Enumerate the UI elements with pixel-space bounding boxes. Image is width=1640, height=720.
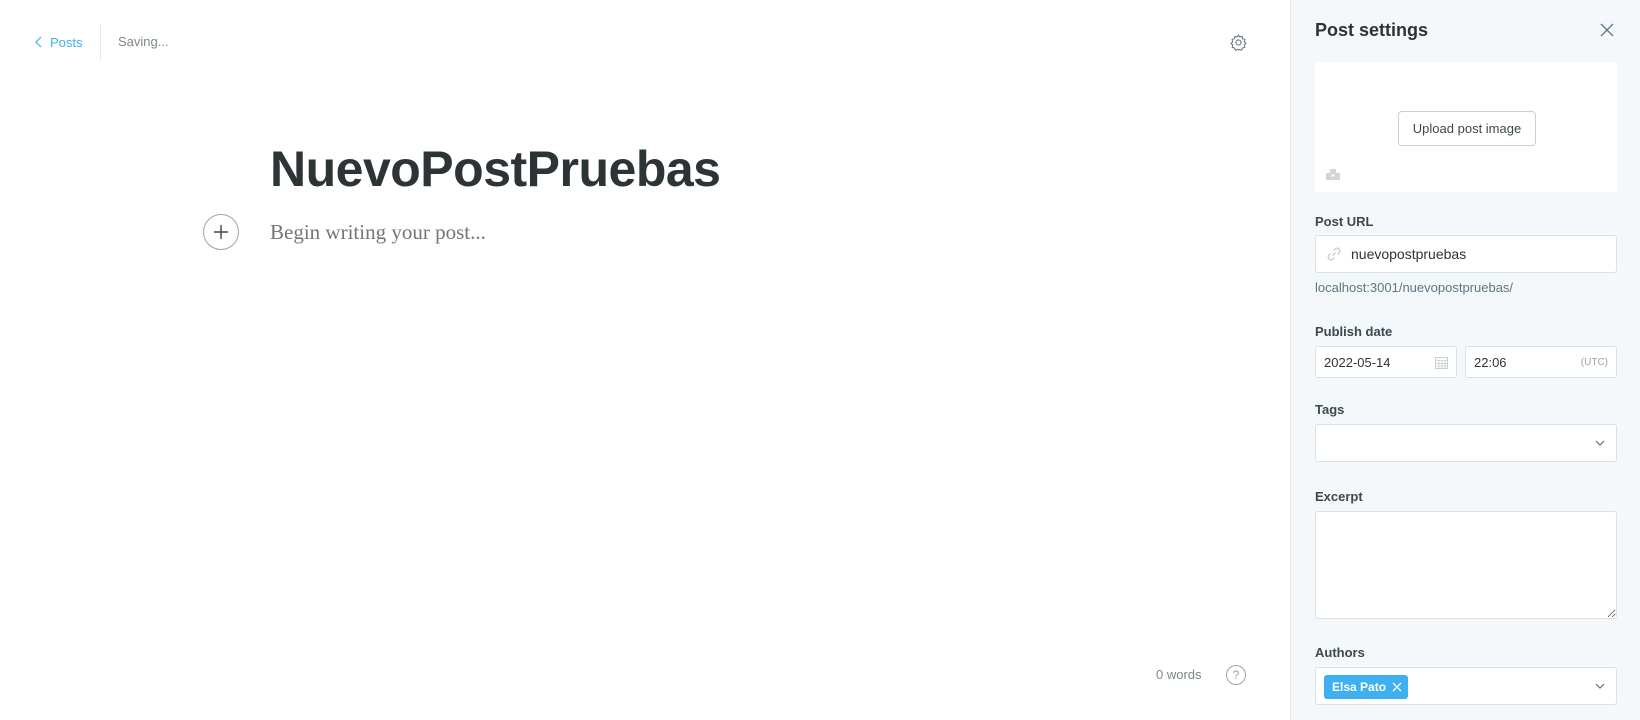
topbar-divider bbox=[100, 24, 101, 60]
help-icon: ? bbox=[1232, 668, 1240, 682]
panel-title: Post settings bbox=[1315, 20, 1429, 40]
post-image-dropzone[interactable]: Upload post image bbox=[1315, 62, 1617, 192]
chevron-down-icon bbox=[1595, 683, 1605, 689]
author-token[interactable]: Elsa Pato bbox=[1324, 675, 1409, 699]
link-icon bbox=[1327, 247, 1341, 261]
add-card-button[interactable] bbox=[203, 214, 239, 250]
back-link-label: Posts bbox=[50, 34, 83, 50]
timezone-label: (UTC) bbox=[1580, 356, 1608, 368]
tags-select[interactable] bbox=[1315, 424, 1617, 462]
plus-icon bbox=[214, 225, 228, 239]
post-url-preview: localhost:3001/nuevopostpruebas/ bbox=[1315, 280, 1514, 295]
post-title[interactable]: NuevoPostPruebas bbox=[270, 140, 721, 198]
token-remove-icon[interactable] bbox=[1392, 682, 1402, 692]
chevron-down-icon bbox=[1595, 440, 1605, 446]
close-icon bbox=[1600, 23, 1614, 37]
tags-label: Tags bbox=[1315, 402, 1345, 417]
image-icon bbox=[1326, 169, 1340, 180]
gear-icon bbox=[1229, 33, 1247, 51]
post-url-label: Post URL bbox=[1315, 214, 1374, 229]
excerpt-textarea[interactable] bbox=[1315, 511, 1617, 619]
publish-time-input[interactable] bbox=[1474, 354, 1564, 370]
back-to-posts-link[interactable]: Posts bbox=[34, 30, 83, 54]
post-url-field[interactable] bbox=[1315, 235, 1617, 273]
publish-date-label: Publish date bbox=[1315, 324, 1393, 339]
publish-time-field[interactable]: (UTC) bbox=[1465, 346, 1617, 378]
upload-post-image-button[interactable]: Upload post image bbox=[1398, 111, 1536, 146]
author-token-name: Elsa Pato bbox=[1332, 680, 1387, 694]
publish-date-input[interactable] bbox=[1324, 354, 1414, 370]
editor-topbar: Posts Saving... bbox=[0, 0, 1290, 84]
post-settings-panel: Post settings Upload post image Post URL… bbox=[1290, 0, 1640, 720]
post-url-input[interactable] bbox=[1351, 246, 1601, 262]
calendar-icon[interactable] bbox=[1435, 356, 1448, 369]
post-body-editor[interactable] bbox=[270, 220, 1170, 245]
close-settings-button[interactable] bbox=[1599, 22, 1617, 40]
authors-label: Authors bbox=[1315, 645, 1365, 660]
help-button[interactable]: ? bbox=[1226, 665, 1246, 685]
editor-area: Posts Saving... NuevoPostPruebas 0 words… bbox=[0, 0, 1290, 720]
save-status: Saving... bbox=[118, 34, 169, 49]
chevron-left-icon bbox=[35, 36, 42, 48]
word-count: 0 words bbox=[1156, 667, 1202, 682]
authors-select[interactable]: Elsa Pato bbox=[1315, 667, 1617, 705]
post-settings-button[interactable] bbox=[1226, 30, 1250, 54]
excerpt-label: Excerpt bbox=[1315, 489, 1363, 504]
publish-date-field[interactable] bbox=[1315, 346, 1457, 378]
